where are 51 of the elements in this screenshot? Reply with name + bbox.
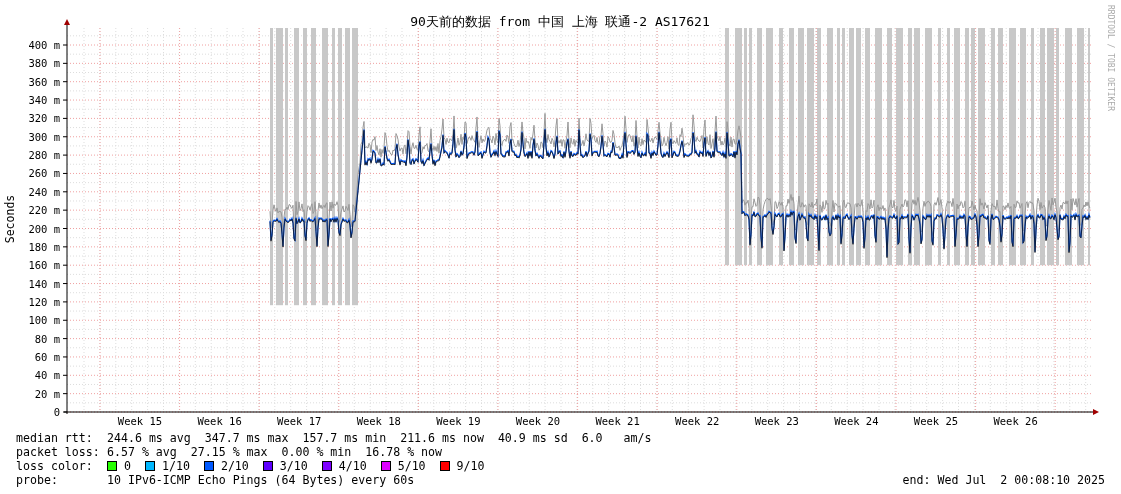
x-tick-label: Week 18 (356, 415, 401, 427)
x-tick-label: Week 20 (515, 415, 561, 427)
y-tick-label: 120 m (28, 295, 60, 308)
y-tick-label: 360 m (28, 75, 60, 88)
y-tick-label: 320 m (28, 112, 60, 125)
credit-text: RRDTOOL / TOBI OETIKER (1106, 5, 1115, 111)
y-tick-label: 20 m (34, 387, 60, 400)
rtt-stats: 244.6 ms avg 347.7 ms max 157.7 ms min 211.6 ms now 40.9 ms sd 6.0 am/s (107, 431, 652, 445)
x-tick-label: Week 16 (197, 415, 242, 427)
end-time: end: Wed Jul 2 00:08:10 2025 (902, 473, 1105, 487)
x-tick-label: Week 21 (595, 415, 640, 427)
y-tick-label: 260 m (28, 167, 60, 180)
x-tick-label: Week 23 (754, 415, 799, 427)
y-tick-label: 200 m (28, 222, 60, 235)
x-tick-label: Week 17 (277, 415, 322, 427)
x-tick-label: Week 25 (913, 415, 959, 427)
y-tick-label: 180 m (28, 240, 60, 253)
swatch-label: 1/10 (162, 459, 190, 473)
swatch-label: 4/10 (338, 459, 367, 473)
swatch-label: 3/10 (279, 459, 308, 473)
y-tick-label: 300 m (28, 130, 60, 143)
y-tick-label: 60 m (34, 350, 60, 363)
y-tick-label: 0 (53, 406, 60, 418)
y-axis-label: Seconds (3, 194, 17, 244)
legend-label: loss color: (16, 459, 94, 473)
swatch-label: 9/10 (456, 459, 485, 473)
y-tick-label: 80 m (34, 332, 60, 345)
swatch-label: 5/10 (397, 459, 426, 473)
x-tick-label: Week 19 (436, 415, 481, 427)
loss-stats: 6.57 % avg 27.15 % max 0.00 % min 16.78 % now (107, 445, 443, 459)
probe-text: 10 IPv6-ICMP Echo Pings (64 Bytes) every 60s (107, 473, 415, 487)
y-tick-label: 100 m (28, 314, 60, 327)
y-tick-label: 400 m (28, 39, 60, 51)
x-tick-label: Week 24 (834, 415, 879, 427)
y-tick-label: 240 m (28, 185, 60, 198)
y-tick-label: 160 m (28, 259, 60, 272)
legend-label: packet loss: (16, 445, 101, 459)
y-tick-label: 340 m (28, 94, 60, 107)
x-tick-label: Week 26 (993, 415, 1038, 427)
x-tick-label: Week 15 (117, 415, 163, 427)
y-tick-label: 140 m (28, 277, 60, 290)
y-tick-label: 220 m (28, 204, 60, 217)
y-tick-label: 380 m (28, 57, 60, 70)
legend-label: median rtt: (16, 431, 94, 445)
legend-label: probe: (16, 473, 59, 487)
chart-title: 90天前的数据 from 中国 上海 联通-2 AS17621 (410, 14, 710, 29)
y-tick-label: 40 m (34, 369, 60, 382)
swatch-label: 2/10 (220, 459, 249, 473)
x-tick-label: Week 22 (675, 415, 720, 427)
swatch-label: 0 (124, 459, 131, 473)
y-tick-label: 280 m (28, 149, 60, 162)
